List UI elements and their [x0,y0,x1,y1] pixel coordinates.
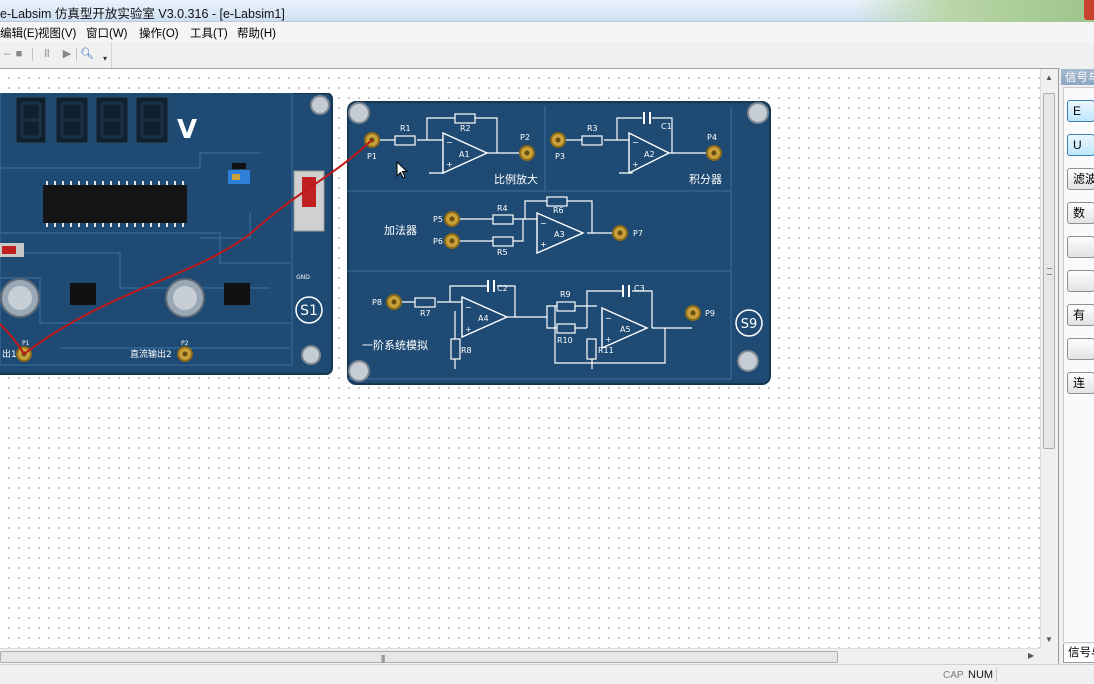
scroll-down-icon[interactable]: ▼ [1045,635,1053,644]
label-c3: C3 [634,284,645,293]
svg-text:+: + [605,335,612,344]
section-integrator-label: 积分器 [689,173,722,186]
section-proportional-label: 比例放大 [494,172,538,186]
label-p9: P9 [705,309,715,318]
grip-icon [1047,268,1052,275]
label-r8: R8 [461,346,472,355]
menu-tools[interactable]: 工具(T) [190,25,228,41]
vertical-scroll-thumb[interactable] [1043,93,1055,449]
toolbar-separator [32,48,33,61]
panel-button-digital[interactable]: 数 [1067,202,1094,224]
title-bar: e-Labsim 仿真型开放实验室 V3.0.316 - [e-Labsim1] [0,0,1094,22]
svg-text:+: + [446,160,453,169]
label-a2: A2 [644,150,655,159]
menu-edit[interactable]: 编辑(E) [0,25,38,41]
panel-button-2[interactable]: U [1067,134,1094,156]
label-r4: R4 [497,204,508,213]
simulation-canvas[interactable]: V S1 GND 出1 P1 直流输出2 P2 − + − + − + − + … [0,69,1040,648]
menu-help[interactable]: 帮助(H) [237,25,276,41]
num-lock-indicator: NUM [968,669,994,681]
menu-bar: 编辑(E) 视图(V) 窗口(W) 操作(O) 工具(T) 帮助(H) [0,22,1094,42]
label-a1: A1 [459,150,470,159]
panel-button-1[interactable]: E [1067,100,1094,122]
label-r3: R3 [587,124,598,133]
panel-button-9[interactable]: 连 [1067,372,1094,394]
caps-lock-indicator: CAP [943,670,964,681]
toolbar: – ■ ll ▶ 🔍︎ ▾ [0,42,112,68]
panel-button-8[interactable] [1067,338,1094,360]
label-r11: R11 [598,346,614,355]
label-c1: C1 [661,122,672,131]
stop-icon[interactable]: ■ [12,47,26,61]
vertical-scrollbar[interactable]: ▲ ▼ [1040,69,1056,648]
label-p3: P3 [555,152,565,161]
close-window-button[interactable] [1084,0,1094,20]
horizontal-scrollbar[interactable]: ||| ▶ [0,648,1040,664]
panel-header: 信号与 [1061,69,1094,85]
grip-icon: ||| [381,654,385,663]
panel-tab[interactable]: 信号与 [1063,644,1094,663]
label-a4: A4 [478,314,489,323]
label-c2: C2 [497,284,508,293]
svg-text:−: − [632,138,639,147]
board-s9-id-label: S9 [741,317,758,332]
label-a3: A3 [554,230,565,239]
play-icon[interactable]: ▶ [60,47,74,61]
panel-button-6[interactable] [1067,270,1094,292]
panel-button-filter[interactable]: 滤波 [1067,168,1094,190]
zoom-icon[interactable]: 🔍︎ [80,47,94,61]
label-r10: R10 [557,336,573,345]
label-p4: P4 [707,133,717,142]
label-r2: R2 [460,124,471,133]
svg-text:+: + [465,325,472,334]
panel-button-5[interactable] [1067,236,1094,258]
svg-text:+: + [540,240,547,249]
connection-wire[interactable] [0,69,420,389]
label-a5: A5 [620,325,631,334]
svg-text:−: − [446,138,453,147]
label-r9: R9 [560,290,571,299]
svg-text:−: − [540,219,547,228]
scroll-up-icon[interactable]: ▲ [1045,73,1053,82]
dropdown-icon[interactable]: ▾ [98,52,112,66]
menu-window[interactable]: 窗口(W) [86,25,128,41]
label-r5: R5 [497,248,508,257]
label-p7: P7 [633,229,643,238]
svg-text:−: − [465,303,472,312]
toolbar-separator [76,48,77,61]
horizontal-scroll-thumb[interactable]: ||| [0,651,838,663]
scroll-right-icon[interactable]: ▶ [1028,651,1034,660]
menu-view[interactable]: 视图(V) [38,25,76,41]
label-p6: P6 [433,237,443,246]
menu-operation[interactable]: 操作(O) [139,25,179,41]
component-panel: 信号与 E U 滤波 数 有 连 信号与 [1058,69,1094,664]
status-bar: CAP NUM [0,664,1094,684]
panel-button-7[interactable]: 有 [1067,304,1094,326]
label-r6: R6 [553,206,564,215]
label-r7: R7 [420,309,431,318]
svg-text:+: + [632,160,639,169]
pause-icon[interactable]: ll [40,47,54,61]
mouse-cursor-icon [396,161,408,179]
label-p5: P5 [433,215,443,224]
title-bar-background [854,0,1094,22]
window-title: e-Labsim 仿真型开放实验室 V3.0.316 - [e-Labsim1] [0,7,285,21]
status-separator [996,668,997,682]
svg-text:−: − [605,314,612,323]
label-p2: P2 [520,133,530,142]
